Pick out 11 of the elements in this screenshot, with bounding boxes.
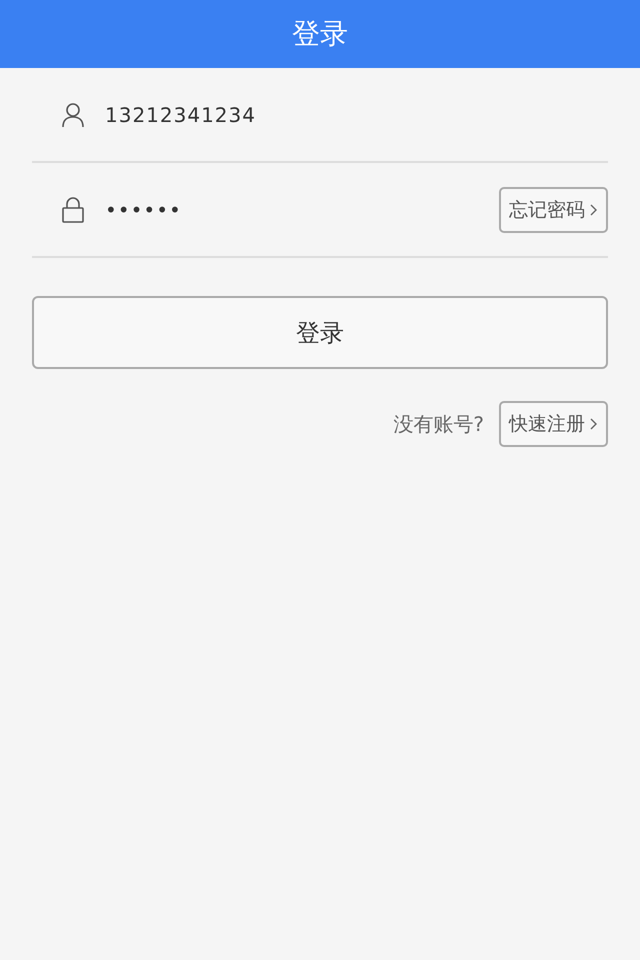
phone-field[interactable]: 13212341234 — [105, 102, 608, 126]
login-button[interactable]: 登录 — [32, 296, 608, 369]
lock-icon — [61, 196, 85, 222]
page-title: 登录 — [292, 16, 348, 52]
user-icon — [61, 102, 85, 128]
password-field[interactable]: •••••• — [105, 198, 499, 222]
chevron-right-icon — [590, 417, 598, 431]
no-account-text: 没有账号? — [393, 410, 484, 438]
register-button[interactable]: 快速注册 — [499, 401, 608, 447]
chevron-right-icon — [590, 202, 598, 216]
forgot-password-button[interactable]: 忘记密码 — [499, 186, 608, 232]
